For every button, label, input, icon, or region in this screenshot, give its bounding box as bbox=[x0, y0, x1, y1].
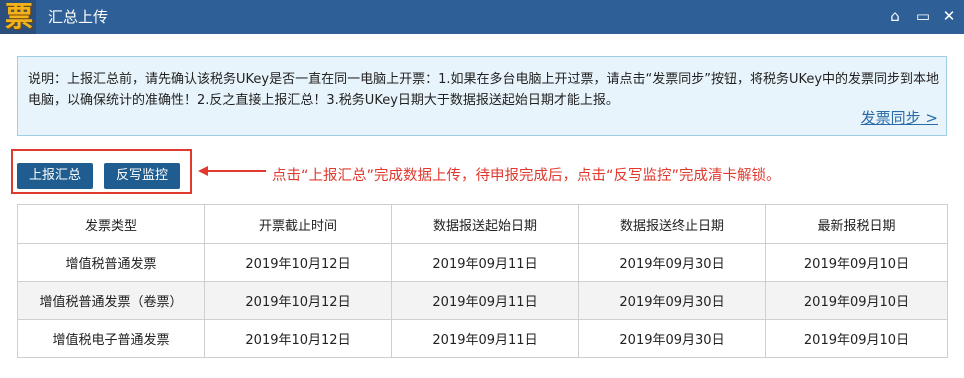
pointer-arrow-icon bbox=[198, 166, 266, 176]
writeback-monitor-button[interactable]: 反写监控 bbox=[104, 163, 180, 189]
table-header-row: 发票类型 开票截止时间 数据报送起始日期 数据报送终止日期 最新报税日期 bbox=[17, 204, 948, 244]
invoice-type-cell: 增值税普通发票（卷票） bbox=[17, 281, 205, 320]
notice-text: 说明：上报汇总前，请先确认该税务UKey是否一直在同一电脑上开票：1.如果在多台… bbox=[28, 72, 940, 108]
ticket-logo-icon: 票 bbox=[4, 0, 33, 33]
latest-tax-date-cell: 2019年09月10日 bbox=[765, 281, 948, 320]
deadline-cell: 2019年10月12日 bbox=[204, 319, 392, 358]
deadline-cell: 2019年10月12日 bbox=[204, 281, 392, 320]
notice-panel: 说明：上报汇总前，请先确认该税务UKey是否一直在同一电脑上开票：1.如果在多台… bbox=[17, 56, 947, 136]
home-icon[interactable]: ⌂ bbox=[886, 7, 904, 25]
end-date-cell: 2019年09月30日 bbox=[578, 281, 766, 320]
invoice-type-cell: 增值税普通发票 bbox=[17, 243, 205, 282]
app-logo: 票 bbox=[0, 0, 36, 34]
table-row[interactable]: 增值税电子普通发票 2019年10月12日 2019年09月11日 2019年0… bbox=[17, 319, 948, 358]
latest-tax-date-cell: 2019年09月10日 bbox=[765, 243, 948, 282]
title-bar: 票 汇总上传 ⌂ ▭ ✕ bbox=[0, 0, 964, 34]
column-header: 开票截止时间 bbox=[204, 204, 392, 244]
window-title: 汇总上传 bbox=[48, 8, 109, 26]
column-header: 发票类型 bbox=[17, 204, 205, 244]
start-date-cell: 2019年09月11日 bbox=[391, 319, 579, 358]
annotation-text: 点击“上报汇总”完成数据上传，待申报完成后，点击“反写监控”完成清卡解锁。 bbox=[272, 168, 781, 184]
column-header: 数据报送起始日期 bbox=[391, 204, 579, 244]
invoice-summary-table: 发票类型 开票截止时间 数据报送起始日期 数据报送终止日期 最新报税日期 增值税… bbox=[17, 204, 948, 358]
end-date-cell: 2019年09月30日 bbox=[578, 319, 766, 358]
column-header: 数据报送终止日期 bbox=[578, 204, 766, 244]
start-date-cell: 2019年09月11日 bbox=[391, 281, 579, 320]
deadline-cell: 2019年10月12日 bbox=[204, 243, 392, 282]
invoice-sync-link[interactable]: 发票同步 > bbox=[861, 107, 938, 128]
upload-summary-button[interactable]: 上报汇总 bbox=[17, 163, 93, 189]
close-icon[interactable]: ✕ bbox=[940, 7, 958, 25]
invoice-type-cell: 增值税电子普通发票 bbox=[17, 319, 205, 358]
column-header: 最新报税日期 bbox=[765, 204, 948, 244]
end-date-cell: 2019年09月30日 bbox=[578, 243, 766, 282]
table-row[interactable]: 增值税普通发票 2019年10月12日 2019年09月11日 2019年09月… bbox=[17, 243, 948, 282]
latest-tax-date-cell: 2019年09月10日 bbox=[765, 319, 948, 358]
start-date-cell: 2019年09月11日 bbox=[391, 243, 579, 282]
highlight-box: 上报汇总 反写监控 bbox=[11, 149, 192, 194]
table-row[interactable]: 增值税普通发票（卷票） 2019年10月12日 2019年09月11日 2019… bbox=[17, 281, 948, 320]
maximize-icon[interactable]: ▭ bbox=[914, 7, 932, 25]
